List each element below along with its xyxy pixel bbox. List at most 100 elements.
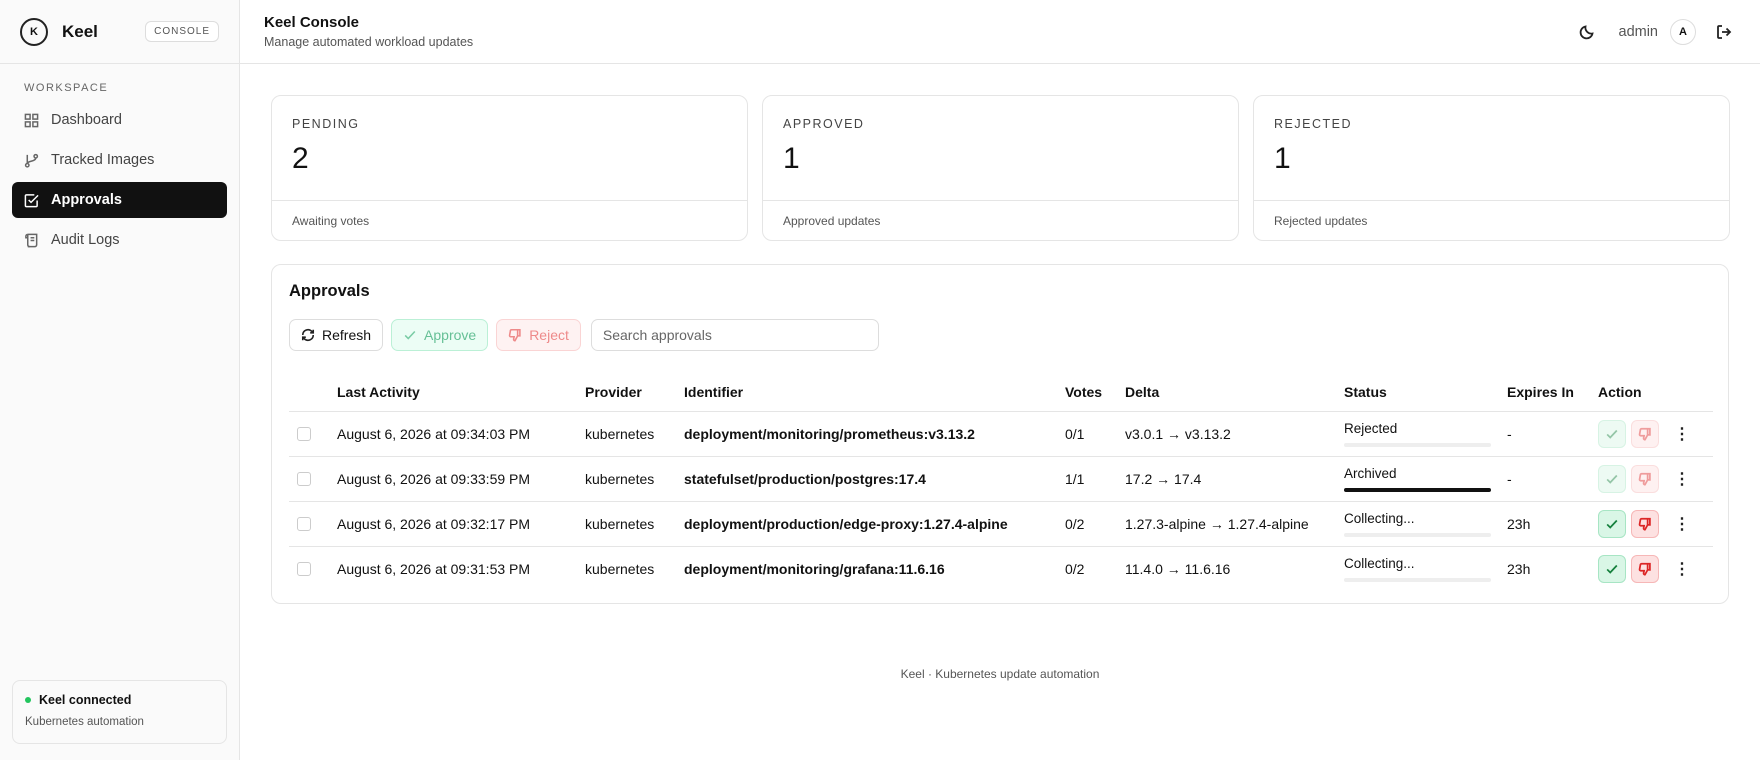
column-header[interactable]: Last Activity — [337, 373, 585, 412]
refresh-icon — [301, 328, 315, 342]
sidebar-item-audit-logs[interactable]: Audit Logs — [12, 222, 227, 258]
column-header[interactable]: Identifier — [684, 373, 1065, 412]
column-header[interactable]: Status — [1344, 373, 1507, 412]
theme-toggle-button[interactable] — [1575, 20, 1599, 44]
column-header[interactable]: Delta — [1125, 373, 1344, 412]
status-label: Rejected — [1344, 420, 1398, 436]
stat-footer: Rejected updates — [1274, 214, 1368, 228]
stat-label: PENDING — [292, 117, 360, 131]
status-dot-icon — [25, 697, 31, 703]
row-actions: ⋮ — [1598, 419, 1713, 448]
header: Keel Console Manage automated workload u… — [240, 0, 1760, 64]
stat-footer: Approved updates — [783, 214, 881, 228]
thumbs-down-icon — [1638, 517, 1651, 531]
stats-row: PENDING 2 Awaiting votes APPROVED 1 Appr… — [271, 95, 1736, 241]
last-activity-cell: August 6, 2026 at 09:34:03 PM — [337, 411, 585, 457]
stat-label: REJECTED — [1274, 117, 1352, 131]
expires-cell: - — [1507, 411, 1598, 457]
table-row[interactable]: August 6, 2026 at 09:32:17 PM kubernetes… — [289, 501, 1713, 547]
row-reject-button[interactable] — [1631, 554, 1659, 583]
thumbs-down-icon — [508, 328, 521, 342]
row-actions: ⋮ — [1598, 464, 1713, 493]
row-checkbox[interactable] — [297, 471, 311, 486]
table-row[interactable]: August 6, 2026 at 09:33:59 PM kubernetes… — [289, 456, 1713, 502]
row-checkbox[interactable] — [297, 561, 311, 576]
more-options-icon[interactable]: ⋮ — [1670, 510, 1694, 538]
expires-cell: - — [1507, 456, 1598, 502]
keel-logo-icon[interactable]: K — [20, 17, 48, 46]
sidebar-item-dashboard[interactable]: Dashboard — [12, 102, 227, 138]
logout-button[interactable] — [1712, 20, 1736, 44]
row-reject-button[interactable] — [1631, 464, 1659, 493]
console-badge: CONSOLE — [145, 21, 219, 42]
sidebar: K Keel CONSOLE WORKSPACE Dashboard Track… — [0, 0, 240, 760]
status-cell: Collecting... — [1344, 546, 1507, 591]
approve-button[interactable]: Approve — [391, 319, 489, 351]
reject-button[interactable]: Reject — [496, 319, 581, 351]
check-icon — [1606, 429, 1618, 439]
sidebar-item-label: Audit Logs — [51, 232, 120, 248]
approvals-title: Approvals — [289, 282, 370, 300]
last-activity-cell: August 6, 2026 at 09:33:59 PM — [337, 456, 585, 502]
votes-cell: 0/2 — [1065, 501, 1125, 547]
status-cell: Rejected — [1344, 411, 1507, 457]
column-header[interactable]: Expires In — [1507, 373, 1598, 412]
stat-card-rejected: REJECTED 1 Rejected updates — [1253, 95, 1730, 241]
sidebar-item-approvals[interactable]: Approvals — [12, 182, 227, 218]
user-name: admin — [1618, 23, 1659, 40]
row-checkbox[interactable] — [297, 516, 311, 531]
row-approve-button[interactable] — [1598, 419, 1626, 448]
row-approve-button[interactable] — [1598, 509, 1626, 538]
row-actions: ⋮ — [1598, 554, 1713, 583]
row-reject-button[interactable] — [1631, 509, 1659, 538]
table-row[interactable]: August 6, 2026 at 09:34:03 PM kubernetes… — [289, 411, 1713, 457]
header-titles: Keel Console Manage automated workload u… — [264, 14, 473, 49]
footer-text: Keel · Kubernetes update automation — [900, 667, 1100, 681]
delta-cell: 11.4.0 → 11.6.16 — [1125, 560, 1231, 577]
vote-progress-bar — [1344, 577, 1491, 582]
status-label: Collecting... — [1344, 555, 1415, 571]
identifier-cell: deployment/monitoring/prometheus:v3.13.2 — [684, 411, 1065, 457]
sidebar-item-label: Approvals — [51, 192, 122, 208]
delta-cell: v3.0.1 → v3.13.2 — [1125, 411, 1344, 457]
last-activity-cell: August 6, 2026 at 09:32:17 PM — [337, 501, 585, 547]
scroll-icon — [25, 233, 38, 247]
provider-cell: kubernetes — [585, 456, 684, 502]
sidebar-nav: WORKSPACE Dashboard Tracked Images Appro… — [0, 64, 239, 258]
row-checkbox[interactable] — [297, 426, 311, 441]
row-reject-button[interactable] — [1631, 419, 1659, 448]
refresh-button[interactable]: Refresh — [289, 319, 384, 351]
expires-cell: 23h — [1507, 501, 1598, 547]
header-actions: admin A — [1575, 18, 1737, 45]
action-cell: ⋮ — [1598, 456, 1713, 502]
more-options-icon[interactable]: ⋮ — [1670, 420, 1694, 448]
sidebar-item-label: Dashboard — [51, 112, 122, 128]
vote-progress-bar — [1344, 442, 1491, 447]
approve-label: Approve — [424, 327, 477, 343]
search-input[interactable] — [590, 319, 879, 351]
sidebar-item-tracked-images[interactable]: Tracked Images — [12, 142, 227, 178]
approvals-panel: Approvals Refresh Approve Reject Search … — [271, 264, 1729, 604]
sidebar-item-label: Tracked Images — [51, 152, 155, 168]
table-row[interactable]: August 6, 2026 at 09:31:53 PM kubernetes… — [289, 546, 1713, 591]
refresh-label: Refresh — [322, 327, 372, 343]
delta-cell: 1.27.3-alpine → 1.27.4-alpine — [1125, 501, 1344, 547]
nav-section-heading: WORKSPACE — [24, 82, 109, 94]
column-header[interactable]: Votes — [1065, 373, 1125, 412]
check-icon — [1606, 519, 1618, 529]
avatar[interactable]: A — [1670, 18, 1696, 45]
stat-footer: Awaiting votes — [292, 214, 370, 228]
select-column-header — [289, 373, 337, 412]
row-approve-button[interactable] — [1598, 464, 1626, 493]
more-options-icon[interactable]: ⋮ — [1670, 465, 1694, 493]
column-header[interactable]: Provider — [585, 373, 684, 412]
row-approve-button[interactable] — [1598, 554, 1626, 583]
thumbs-down-icon — [1638, 427, 1651, 441]
row-actions: ⋮ — [1598, 509, 1713, 538]
connection-status-subtitle: Kubernetes automation — [25, 716, 144, 728]
identifier-cell: deployment/monitoring/grafana:11.6.16 — [684, 560, 945, 577]
stat-card-body: PENDING 2 — [272, 96, 747, 201]
more-options-icon[interactable]: ⋮ — [1670, 555, 1694, 583]
stat-card-body: APPROVED 1 — [763, 96, 1238, 201]
status-label: Collecting... — [1344, 510, 1415, 526]
